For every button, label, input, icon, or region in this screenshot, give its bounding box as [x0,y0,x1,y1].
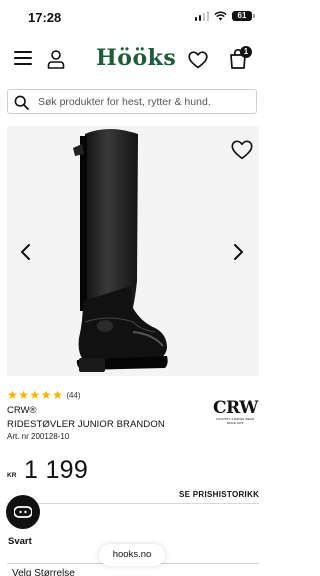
review-count[interactable]: (44) [66,391,80,400]
price-history-link[interactable]: SE PRISHISTORIKK [179,490,259,499]
chat-icon [14,506,32,518]
wifi-icon [214,11,227,21]
article-number: Art. nr 200128-10 [7,432,70,441]
star-icon: ★ [52,388,63,402]
product-rating[interactable]: ★ ★ ★ ★ ★ (44) [7,389,81,401]
site-header: Hööks 1 [0,40,266,80]
site-logo[interactable]: Hööks [96,45,176,71]
menu-icon[interactable] [14,51,32,67]
status-icons: 61 [194,11,255,21]
product-image-gallery[interactable] [7,126,259,376]
star-icon: ★ [18,388,30,402]
chat-button[interactable] [6,495,40,529]
search-icon [14,95,29,110]
price-currency: KR [7,472,17,479]
battery-icon: 61 [232,11,255,21]
product-image [73,129,168,372]
brand-logo-mark: CRW [213,398,258,418]
product-title: RIDESTØVLER JUNIOR BRANDON [7,419,165,430]
star-icon: ★ [7,388,18,402]
cart-count-badge: 1 [240,46,252,58]
account-icon[interactable] [46,49,66,69]
add-to-wishlist-heart-icon[interactable] [231,140,253,160]
heart-icon[interactable] [188,51,208,69]
divider [7,503,259,504]
chevron-right-icon[interactable] [231,243,245,261]
star-icon: ★ [40,388,52,402]
chevron-left-icon[interactable] [19,243,33,261]
signal-icon [194,11,209,21]
product-brand: CRW® [7,405,37,416]
search-bar[interactable] [7,89,257,114]
brand-logo[interactable]: CRW COUNTRY & RIDING WEAR SINCE 1978 [213,398,258,425]
product-price: 1 199 [24,456,89,484]
brand-logo-tagline: COUNTRY & RIDING WEAR SINCE 1978 [215,417,255,425]
star-icon: ★ [29,388,41,402]
selected-color: Svart [8,536,32,547]
status-bar: 17:28 61 [0,0,266,34]
browser-url-bar[interactable]: hooks.no [99,544,165,566]
status-time: 17:28 [28,10,62,25]
search-input[interactable] [38,93,252,110]
